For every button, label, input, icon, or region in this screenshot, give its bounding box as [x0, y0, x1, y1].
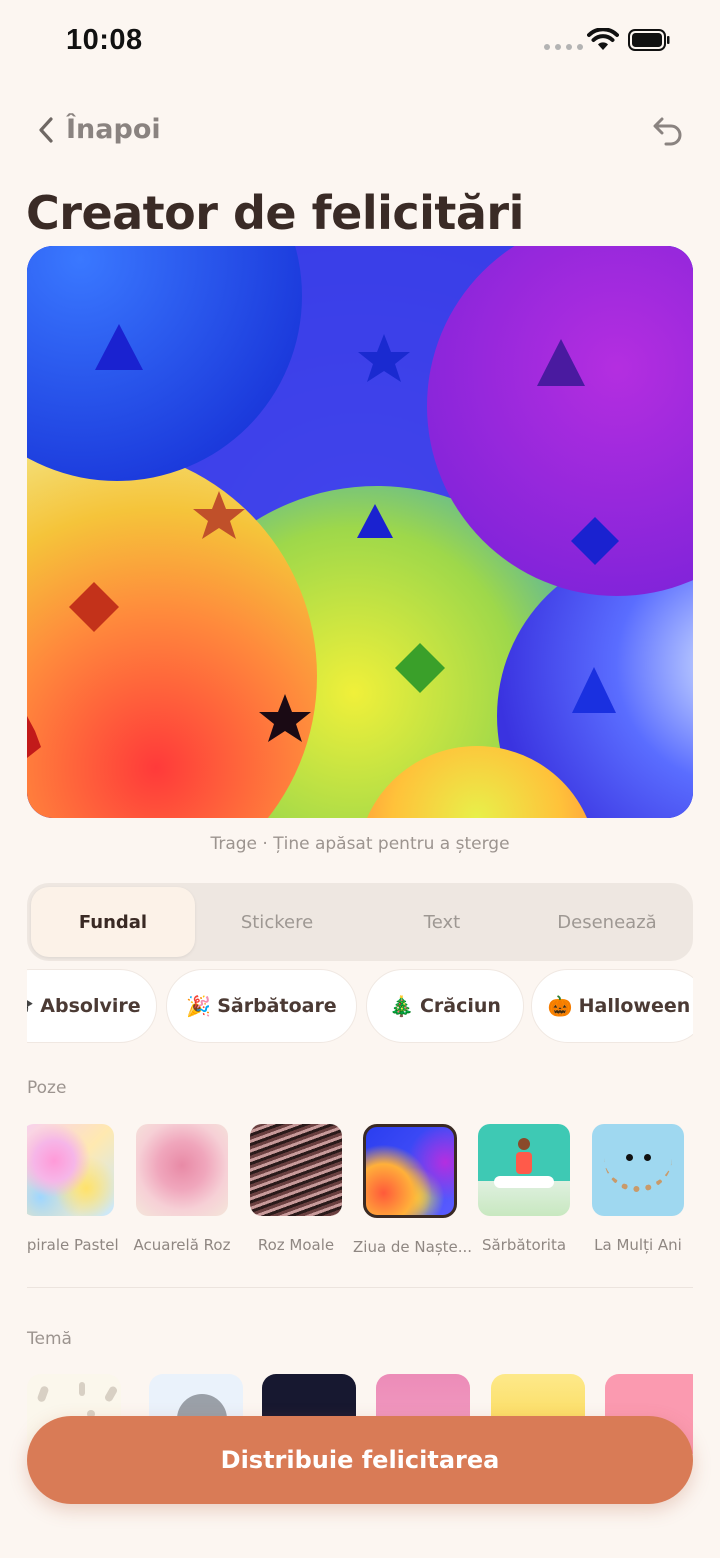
- chip-sarbatoare[interactable]: 🎉 Sărbătoare: [166, 969, 357, 1043]
- category-chips: 🎓 Absolvire 🎉 Sărbătoare 🎄 Crăciun 🎃 Hal…: [27, 969, 693, 1045]
- photo-caption: La Mulți Ani: [594, 1236, 682, 1254]
- photo-item[interactable]: La Mulți Ani: [581, 1124, 693, 1254]
- photo-caption: Acuarelă Roz: [133, 1236, 231, 1254]
- canvas-hint: Trage · Ține apăsat pentru a șterge: [210, 834, 510, 854]
- section-label-tema: Temă: [27, 1329, 72, 1349]
- chip-label: Sărbătoare: [217, 995, 337, 1017]
- chip-label: Crăciun: [419, 995, 501, 1017]
- chip-halloween[interactable]: 🎃 Halloween: [531, 969, 693, 1043]
- party-popper-icon: 🎉: [186, 994, 212, 1018]
- photo-item[interactable]: Acuarelă Roz: [125, 1124, 239, 1254]
- photo-thumbnail: [363, 1124, 457, 1218]
- editor-tabs: Fundal Stickere Text Desenează: [27, 883, 693, 961]
- tab-fundal[interactable]: Fundal: [31, 887, 195, 957]
- status-time: 10:08: [66, 24, 143, 56]
- photo-caption: Ziua de Naște...: [353, 1238, 473, 1256]
- tab-text[interactable]: Text: [360, 887, 524, 957]
- back-button[interactable]: Înapoi: [36, 114, 161, 145]
- chip-label: Absolvire: [40, 995, 141, 1017]
- tab-stickere[interactable]: Stickere: [195, 887, 359, 957]
- christmas-tree-icon: 🎄: [389, 994, 414, 1018]
- undo-icon[interactable]: [650, 114, 686, 150]
- photo-item[interactable]: Sărbătorita: [467, 1124, 581, 1254]
- card-canvas[interactable]: [27, 246, 693, 818]
- chevron-left-icon: [39, 116, 53, 143]
- tab-deseneaza[interactable]: Desenează: [525, 887, 689, 957]
- photo-thumbnail: [136, 1124, 228, 1216]
- graduation-cap-icon: 🎓: [27, 994, 34, 1018]
- section-label-poze: Poze: [27, 1078, 67, 1098]
- share-card-button[interactable]: Distribuie felicitarea: [27, 1416, 693, 1504]
- photo-caption: Sărbătorita: [481, 1236, 567, 1254]
- wifi-icon: [587, 28, 619, 50]
- photo-caption: Roz Moale: [257, 1236, 335, 1254]
- photo-thumbnail: [592, 1124, 684, 1216]
- photo-thumbnail: [478, 1124, 570, 1216]
- back-label: Înapoi: [66, 114, 161, 145]
- photo-caption: Spirale Pastel: [27, 1236, 119, 1254]
- cellular-signal-icon: [544, 44, 583, 50]
- photo-item[interactable]: Roz Moale: [239, 1124, 353, 1254]
- photo-thumbnail: [250, 1124, 342, 1216]
- page-title: Creator de felicitări: [26, 186, 524, 240]
- photo-thumbnail: [27, 1124, 114, 1216]
- battery-icon: [628, 29, 670, 51]
- divider: [27, 1287, 693, 1288]
- card-background: [27, 246, 693, 818]
- photo-item[interactable]: Spirale Pastel: [27, 1124, 125, 1254]
- chip-craciun[interactable]: 🎄 Crăciun: [366, 969, 524, 1043]
- chip-label: Halloween: [578, 995, 691, 1017]
- photo-item-selected[interactable]: Ziua de Naște...: [353, 1124, 473, 1256]
- chip-absolvire[interactable]: 🎓 Absolvire: [27, 969, 157, 1043]
- pumpkin-icon: 🎃: [547, 994, 573, 1018]
- photo-list: Spirale Pastel Acuarelă Roz Roz Moale Zi…: [27, 1124, 693, 1264]
